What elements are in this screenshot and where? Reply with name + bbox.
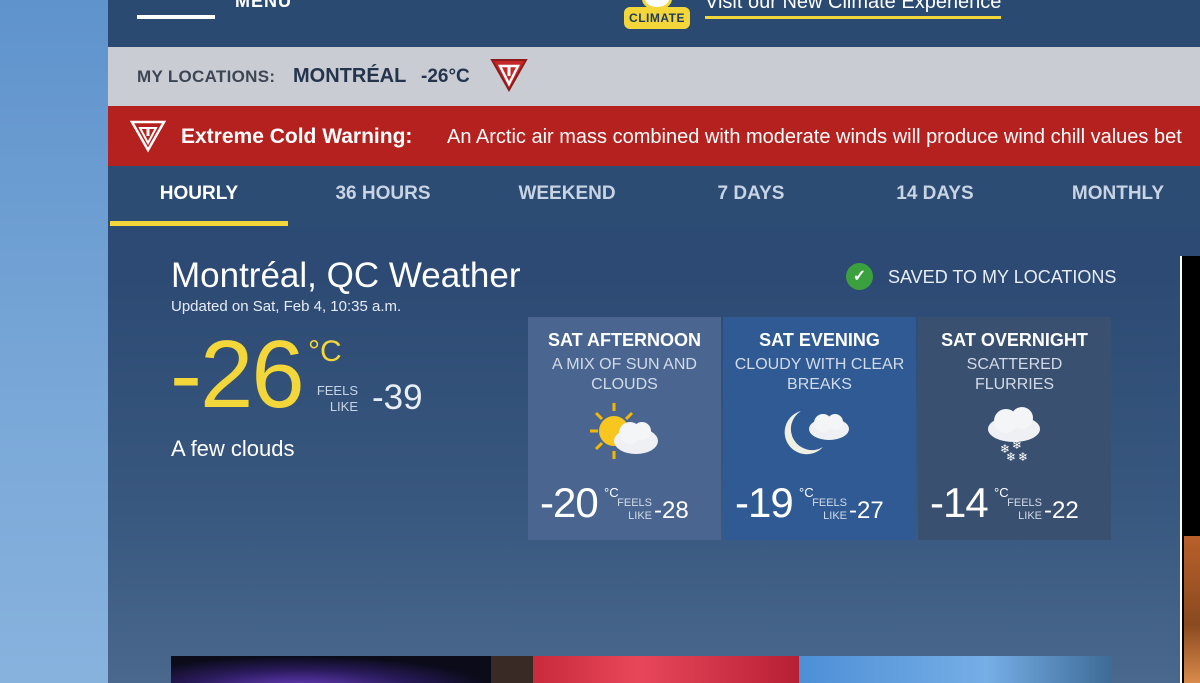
check-icon: ✓ <box>846 263 873 290</box>
my-locations-label: MY LOCATIONS: <box>137 67 276 86</box>
current-condition: A few clouds <box>171 436 295 461</box>
tab-7-days[interactable]: 7 DAYS <box>661 166 841 226</box>
desktop-background <box>0 0 108 683</box>
forecast-card[interactable]: SAT OVERNIGHT SCATTERED FLURRIES ❄ ❄ ❄ ❄ -1… <box>918 317 1111 540</box>
forecast-feels-label: FEELS LIKE <box>1007 497 1042 522</box>
svg-text:❄: ❄ <box>1018 450 1028 463</box>
warning-title: Extreme Cold Warning: <box>181 125 413 148</box>
location-chevron-icon[interactable] <box>490 58 528 92</box>
forecast-feels-value: -28 <box>654 497 689 524</box>
forecast-tabs: HOURLY 36 HOURS WEEKEND 7 DAYS 14 DAYS M… <box>108 166 1200 226</box>
warning-banner[interactable]: Extreme Cold Warning: An Arctic air mass… <box>108 106 1200 166</box>
forecast-temperature: -19 <box>735 479 794 526</box>
forecast-feels-label: FEELS LIKE <box>617 497 652 522</box>
updated-timestamp: Updated on Sat, Feb 4, 10:35 a.m. <box>171 298 402 315</box>
forecast-description: CLOUDY WITH CLEAR BREAKS <box>734 356 905 393</box>
saved-label: SAVED TO MY LOCATIONS <box>888 267 1117 287</box>
top-header: MENU CLIMATE Visit our New Climate Exper… <box>108 0 1200 47</box>
forecast-temperature: -14 <box>930 479 989 526</box>
weather-page: MENU CLIMATE Visit our New Climate Exper… <box>108 0 1200 683</box>
warning-text: An Arctic air mass combined with moderat… <box>447 126 1182 148</box>
news-image[interactable] <box>491 656 533 683</box>
feels-like-value: -39 <box>372 378 423 417</box>
sun-cloud-icon <box>590 403 658 459</box>
feels-like-label: FEELS LIKE <box>316 383 358 414</box>
forecast-period: SAT EVENING <box>759 330 880 350</box>
news-image[interactable] <box>171 656 491 683</box>
news-image[interactable] <box>533 656 799 683</box>
forecast-feels-value: -22 <box>1044 497 1079 524</box>
temperature-unit: °C <box>308 335 342 368</box>
forecast-feels-value: -27 <box>849 497 884 524</box>
forecast-description: A MIX OF SUN AND CLOUDS <box>552 356 697 393</box>
forecast-feels-label: FEELS LIKE <box>812 497 847 522</box>
location-city[interactable]: MONTRÉAL <box>293 65 406 88</box>
svg-text:❄: ❄ <box>1006 450 1016 463</box>
snow-cloud-icon: ❄ ❄❄ ❄ <box>988 407 1040 463</box>
my-locations-bar: MY LOCATIONS: MONTRÉAL -26°C <box>108 47 1200 106</box>
climate-badge[interactable]: CLIMATE <box>624 7 690 29</box>
tab-monthly[interactable]: MONTHLY <box>1028 166 1200 226</box>
menu-icon[interactable] <box>137 0 215 20</box>
current-temperature: -26 <box>170 321 305 428</box>
forecast-card[interactable]: SAT AFTERNOON A MIX OF SUN AND CLOUDS -2… <box>528 317 721 540</box>
tab-hourly[interactable]: HOURLY <box>110 166 288 226</box>
tab-36-hours[interactable]: 36 HOURS <box>293 166 473 226</box>
moon-cloud-icon <box>784 411 849 455</box>
forecast-period: SAT AFTERNOON <box>548 330 701 350</box>
forecast-period: SAT OVERNIGHT <box>941 330 1088 350</box>
climate-link[interactable]: Visit our New Climate Experience <box>705 0 1002 19</box>
forecast-description: SCATTERED FLURRIES <box>966 356 1063 393</box>
forecast-temperature: -20 <box>540 479 599 526</box>
tab-14-days[interactable]: 14 DAYS <box>845 166 1025 226</box>
location-temp: -26°C <box>421 66 470 87</box>
side-media-image <box>1184 536 1200 683</box>
news-image[interactable] <box>799 656 1112 683</box>
warning-triangle-icon <box>129 120 167 153</box>
forecast-card[interactable]: SAT EVENING CLOUDY WITH CLEAR BREAKS -19… <box>723 317 916 540</box>
tab-weekend[interactable]: WEEKEND <box>477 166 657 226</box>
page-title: Montréal, QC Weather <box>171 256 521 295</box>
news-image-strip <box>171 656 1112 683</box>
menu-label[interactable]: MENU <box>235 0 292 12</box>
